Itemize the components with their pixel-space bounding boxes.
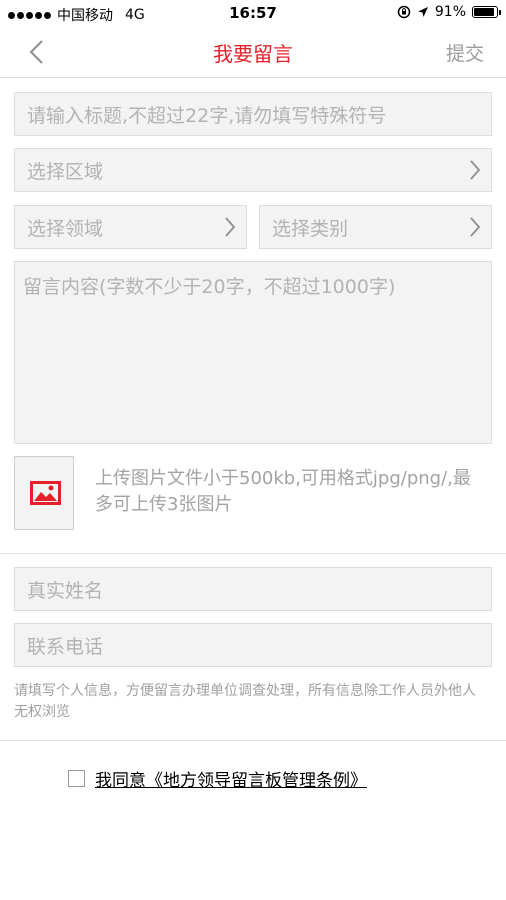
status-bar: 中国移动 4G 16:57 91% [0,0,506,26]
chevron-right-icon [225,217,236,237]
category-select[interactable]: 选择类别 [259,205,492,249]
phone-input[interactable]: 联系电话 [14,623,492,667]
region-select[interactable]: 选择区域 [14,148,492,192]
domain-select[interactable]: 选择领域 [14,205,247,249]
location-arrow-icon [417,7,428,17]
battery-icon [472,6,501,18]
privacy-note: 请填写个人信息，方便留言办理单位调查处理，所有信息除工作人员外他人无权浏览 [14,683,476,720]
name-placeholder: 真实姓名 [27,579,104,602]
battery-percent: 91% [434,4,466,20]
submit-button[interactable]: 提交 [446,39,484,66]
content-placeholder: 留言内容(字数不少于20字，不超过1000字) [23,276,396,298]
region-placeholder: 选择区域 [27,160,104,183]
name-input[interactable]: 真实姓名 [14,567,492,611]
rotation-lock-icon [397,5,411,19]
upload-hint: 上传图片文件小于500kb,可用格式jpg/png/,最多可上传3张图片 [95,468,471,515]
upload-image-button[interactable] [14,456,74,530]
agree-checkbox[interactable] [68,770,85,787]
phone-placeholder: 联系电话 [27,635,104,658]
content-textarea[interactable]: 留言内容(字数不少于20字，不超过1000字) [14,261,492,444]
title-placeholder: 请输入标题,不超过22字,请勿填写特殊符号 [27,104,387,127]
page-title: 我要留言 [213,42,293,66]
domain-placeholder: 选择领域 [27,217,104,240]
nav-bar: 我要留言 提交 [0,26,506,78]
image-icon [30,481,61,505]
battery-fill [474,8,495,16]
agreement-link[interactable]: 我同意《地方领导留言板管理条例》 [95,766,367,791]
chevron-right-icon [470,217,481,237]
chevron-right-icon [470,160,481,180]
section-divider [0,740,506,741]
section-divider [0,553,506,554]
title-input[interactable]: 请输入标题,不超过22字,请勿填写特殊符号 [14,92,492,136]
status-right: 91% [397,4,501,20]
agreement-row: 我同意《地方领导留言板管理条例》 [68,766,367,791]
category-placeholder: 选择类别 [272,217,349,240]
